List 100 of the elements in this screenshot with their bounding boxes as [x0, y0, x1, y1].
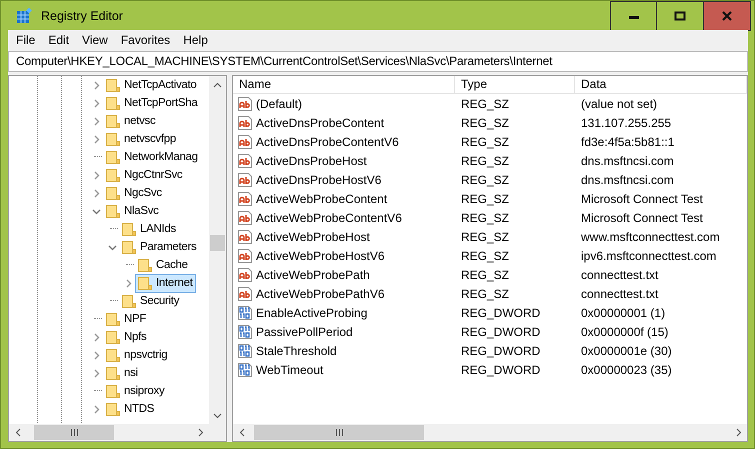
tree-item[interactable]: NgcCtnrSvc [103, 166, 186, 184]
value-data: fd3e:4f5a:5b81::1 [580, 134, 676, 148]
left-chevron-icon [14, 428, 20, 437]
up-chevron-icon [213, 82, 222, 88]
string-value-icon [237, 266, 253, 282]
menu-item[interactable]: View [82, 33, 108, 47]
value-type: REG_SZ [460, 96, 510, 110]
string-value-icon [237, 172, 253, 188]
folder-icon [121, 294, 137, 308]
value-data: 0x00000001 (1) [580, 306, 666, 320]
tree-item[interactable]: NetTcpPortSha [103, 94, 200, 112]
scrollbar-thumb[interactable] [210, 235, 225, 251]
value-name: ActiveWebProbeContentV6 [256, 210, 402, 224]
value-data: 131.107.255.255 [580, 116, 672, 130]
folder-icon [105, 348, 121, 362]
menu-item[interactable]: File [16, 33, 36, 47]
folder-icon [105, 132, 121, 146]
value-name: (Default) [256, 96, 302, 110]
scrollbar-thumb[interactable] [254, 425, 424, 440]
address-field[interactable]: Computer\HKEY_LOCAL_MACHINE\SYSTEM\CurrentControlSet\Services\NlaSvc\Parameters\Internet [8, 51, 748, 72]
value-name: ActiveWebProbeHost [256, 230, 370, 244]
column-header[interactable]: Data [575, 76, 747, 93]
value-name: ActiveDnsProbeHostV6 [256, 172, 382, 186]
value-type: REG_SZ [460, 172, 510, 186]
expand-chevron-icon[interactable] [92, 134, 100, 144]
tree-item[interactable]: nsi [103, 364, 141, 382]
binary-value-icon [237, 324, 253, 340]
value-name: EnableActiveProbing [256, 306, 368, 320]
folder-icon [105, 168, 121, 182]
tree-item[interactable]: Internet [135, 274, 196, 292]
value-type: REG_SZ [460, 286, 510, 300]
value-name: ActiveWebProbeContent [256, 192, 388, 206]
folder-icon [105, 78, 121, 92]
expand-chevron-icon[interactable] [92, 404, 100, 414]
tree-item[interactable]: NTDS [103, 400, 158, 418]
value-data: 0x0000000f (15) [580, 324, 670, 338]
tree-item[interactable]: NgcSvc [103, 184, 165, 202]
right-chevron-icon [198, 428, 204, 437]
folder-icon [105, 330, 121, 344]
minimize-button[interactable] [610, 1, 657, 31]
maximize-button[interactable] [657, 1, 704, 31]
folder-icon [137, 258, 153, 272]
tree-item[interactable]: npsvctrig [103, 346, 170, 364]
expand-chevron-icon[interactable] [92, 332, 100, 342]
value-type: REG_SZ [460, 192, 510, 206]
string-value-icon [237, 228, 253, 244]
close-button[interactable] [704, 1, 751, 31]
tree-item[interactable]: NlaSvc [103, 202, 162, 220]
value-name: WebTimeout [256, 362, 324, 376]
scrollbar-thumb[interactable] [34, 425, 114, 440]
tree-item[interactable]: Cache [135, 256, 191, 274]
string-value-icon [237, 190, 253, 206]
value-data: Microsoft Connect Test [580, 192, 704, 206]
column-header[interactable]: Name [233, 76, 455, 93]
value-data: dns.msftncsi.com [580, 172, 675, 186]
tree-item[interactable]: nsiproxy [103, 382, 168, 400]
expand-chevron-icon[interactable] [92, 188, 100, 198]
value-type: REG_DWORD [460, 306, 542, 320]
expand-chevron-icon[interactable] [92, 116, 100, 126]
registry-icon [16, 8, 32, 24]
value-name: ActiveWebProbePath [256, 268, 370, 282]
tree-item[interactable]: netvscvfpp [103, 130, 179, 148]
folder-icon [105, 204, 121, 218]
expand-chevron-icon[interactable] [92, 350, 100, 360]
tree-item[interactable]: Security [119, 292, 182, 310]
close-icon [721, 10, 733, 22]
folder-icon [105, 114, 121, 128]
folder-icon [137, 276, 153, 290]
value-type: REG_DWORD [460, 362, 542, 376]
value-name: StaleThreshold [256, 344, 337, 358]
tree-item[interactable]: NetTcpActivato [103, 76, 200, 94]
value-data: 0x0000001e (30) [580, 344, 673, 358]
value-data: connecttest.txt [580, 268, 660, 282]
expand-chevron-icon[interactable] [92, 368, 100, 378]
menu-item[interactable]: Favorites [120, 33, 170, 47]
tree-item[interactable]: LANIds [119, 220, 179, 238]
folder-icon [121, 240, 137, 254]
folder-icon [105, 150, 121, 164]
tree-item[interactable]: Npfs [103, 328, 150, 346]
string-value-icon [237, 248, 253, 264]
value-type: REG_SZ [460, 116, 510, 130]
expand-chevron-icon[interactable] [124, 278, 132, 288]
tree-item[interactable]: Parameters [119, 238, 200, 256]
folder-icon [105, 186, 121, 200]
expand-chevron-icon[interactable] [92, 80, 100, 90]
expand-chevron-icon[interactable] [92, 98, 100, 108]
binary-value-icon [237, 362, 253, 378]
tree-item[interactable]: NPF [103, 310, 150, 328]
collapse-chevron-icon[interactable] [92, 206, 100, 216]
collapse-chevron-icon[interactable] [108, 242, 116, 252]
value-type: REG_SZ [460, 210, 510, 224]
tree-item[interactable]: netvsc [103, 112, 158, 130]
tree-item[interactable]: NetworkManag [103, 148, 201, 166]
folder-icon [105, 366, 121, 380]
down-chevron-icon [213, 412, 222, 418]
column-header[interactable]: Type [455, 76, 575, 93]
expand-chevron-icon[interactable] [92, 170, 100, 180]
menu-item[interactable]: Help [183, 33, 208, 47]
menu-item[interactable]: Edit [48, 33, 70, 47]
value-data: (value not set) [580, 96, 658, 110]
